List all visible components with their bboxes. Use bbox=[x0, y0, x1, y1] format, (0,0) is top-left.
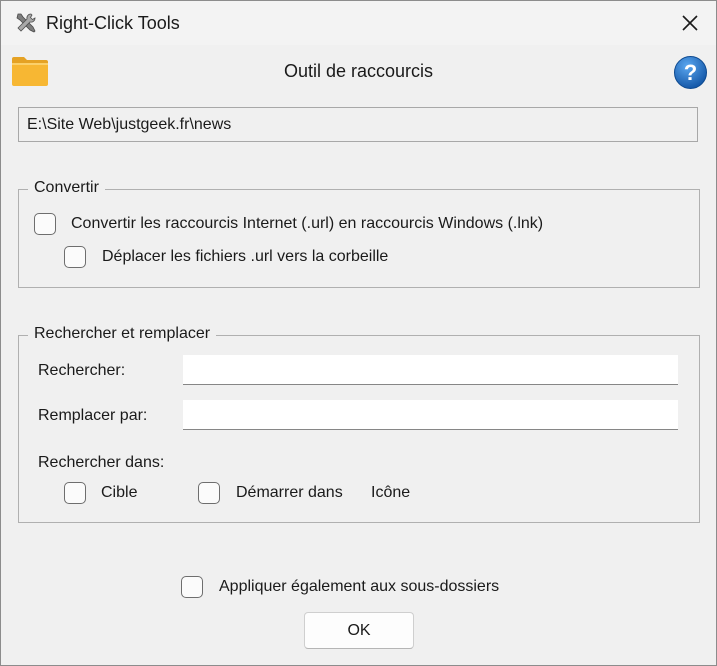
dialog-window: Right-Click Tools Outil de raccourcis ? bbox=[0, 0, 717, 666]
ok-button[interactable]: OK bbox=[304, 612, 414, 649]
convert-group-legend: Convertir bbox=[28, 179, 105, 197]
icon-label: Icône bbox=[371, 484, 411, 501]
convert-url-label[interactable]: Convertir les raccourcis Internet (.url)… bbox=[71, 215, 543, 233]
start-in-label[interactable]: Démarrer dans bbox=[236, 484, 343, 502]
search-input[interactable] bbox=[183, 355, 678, 385]
convert-url-checkbox[interactable] bbox=[34, 213, 56, 235]
search-replace-group-legend: Rechercher et remplacer bbox=[28, 325, 217, 343]
title-bar: Right-Click Tools bbox=[1, 1, 716, 45]
help-icon[interactable]: ? bbox=[673, 55, 708, 90]
subfolders-label[interactable]: Appliquer également aux sous-dossiers bbox=[219, 578, 499, 596]
subfolders-checkbox[interactable] bbox=[181, 576, 203, 598]
path-field: E:\Site Web\justgeek.fr\news bbox=[18, 107, 698, 142]
replace-input[interactable] bbox=[183, 400, 678, 430]
window-title: Right-Click Tools bbox=[46, 13, 180, 33]
tools-icon bbox=[14, 11, 38, 35]
search-in-label: Rechercher dans: bbox=[38, 454, 165, 471]
move-to-recycle-checkbox[interactable] bbox=[64, 246, 86, 268]
search-label: Rechercher: bbox=[38, 362, 126, 379]
tool-title: Outil de raccourcis bbox=[283, 61, 434, 81]
close-icon bbox=[682, 15, 698, 31]
convert-group: Convertir bbox=[18, 179, 700, 288]
close-button[interactable] bbox=[664, 1, 716, 45]
start-in-checkbox[interactable] bbox=[198, 482, 220, 504]
path-value: E:\Site Web\justgeek.fr\news bbox=[27, 116, 232, 133]
move-to-recycle-label[interactable]: Déplacer les fichiers .url vers la corbe… bbox=[102, 248, 388, 266]
target-label[interactable]: Cible bbox=[101, 484, 137, 502]
replace-label: Remplacer par: bbox=[38, 407, 148, 424]
help-glyph: ? bbox=[684, 60, 697, 85]
target-checkbox[interactable] bbox=[64, 482, 86, 504]
